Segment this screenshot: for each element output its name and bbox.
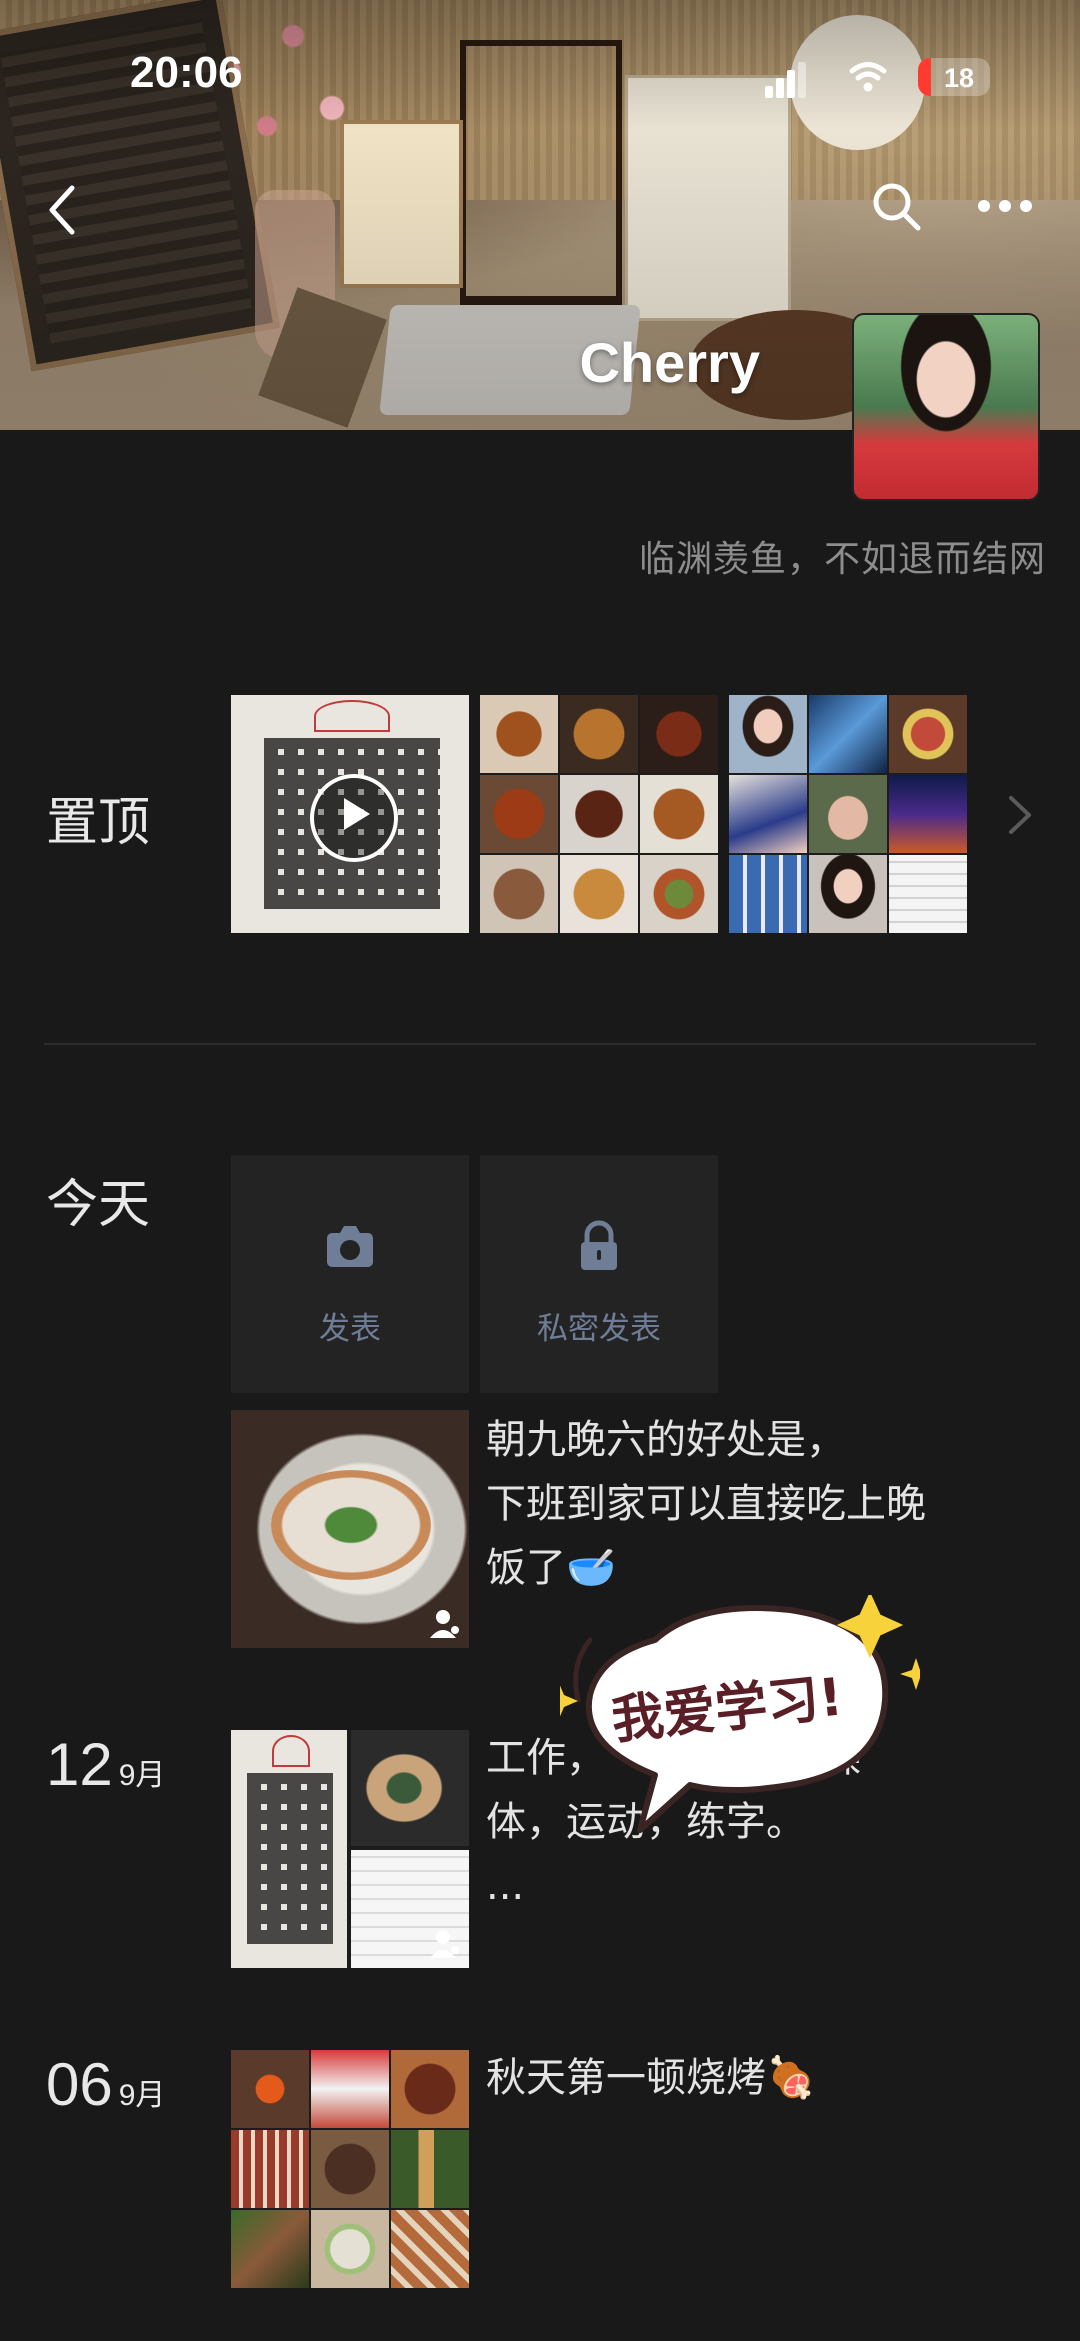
entry-month: 9月: [118, 1759, 166, 1792]
pinned-photo-collage[interactable]: [729, 695, 967, 933]
status-time: 20:06: [130, 48, 243, 97]
chevron-right-icon[interactable]: [1005, 790, 1035, 840]
lock-icon: [581, 1220, 617, 1270]
today-post-line: 朝九晚六的好处是，: [486, 1417, 846, 1463]
back-arrow-icon[interactable]: [40, 180, 84, 240]
pinned-food-collage[interactable]: [480, 695, 718, 933]
pinned-video-thumbnail[interactable]: [231, 695, 469, 933]
battery-indicator: 18: [918, 58, 990, 96]
entry-06-text[interactable]: 秋天第一顿烧烤🍖: [486, 2046, 816, 2110]
entry-day: 06: [46, 2051, 113, 2118]
post-button[interactable]: 发表: [231, 1155, 469, 1393]
seal-decoration: [314, 699, 390, 733]
today-post-line: 下班到家可以直接吃上晚: [486, 1481, 926, 1527]
today-label: 今天: [46, 1175, 151, 1235]
today-post-thumbnail[interactable]: [231, 1410, 469, 1648]
entry-day: 12: [46, 1731, 113, 1798]
today-post-text[interactable]: 朝九晚六的好处是， 下班到家可以直接吃上晚 饭了🥣: [486, 1408, 926, 1600]
search-icon[interactable]: [868, 178, 924, 234]
entry-06-thumbnail[interactable]: [231, 2050, 469, 2288]
private-post-button[interactable]: 私密发表: [480, 1155, 718, 1393]
play-icon: [310, 774, 398, 862]
partial-visible-icon: [430, 1930, 459, 1958]
entry-month: 9月: [118, 2079, 166, 2112]
battery-level: 18: [944, 63, 975, 93]
private-post-button-label: 私密发表: [537, 1311, 661, 1347]
speech-bubble-sticker: 我爱学习!: [560, 1595, 920, 1833]
partial-visible-icon: [430, 1610, 459, 1638]
entry-date: 06 9月: [46, 2050, 165, 2119]
today-post-line: 饭了🥣: [486, 1545, 616, 1591]
section-divider: [44, 1043, 1036, 1045]
entry-12-thumbnail[interactable]: [231, 1730, 469, 1968]
more-dots-icon[interactable]: [970, 188, 1040, 224]
profile-name: Cherry: [579, 331, 760, 394]
camera-icon: [327, 1226, 373, 1267]
entry-12-line: ...: [486, 1863, 525, 1909]
entry-date: 12 9月: [46, 1730, 165, 1799]
profile-bio: 临渊羡鱼，不如退而结网: [638, 539, 1046, 580]
wifi-icon: [849, 62, 887, 92]
signal-icon: [765, 62, 806, 98]
avatar[interactable]: [852, 313, 1040, 501]
pinned-label: 置顶: [46, 793, 151, 853]
post-button-label: 发表: [319, 1311, 381, 1347]
